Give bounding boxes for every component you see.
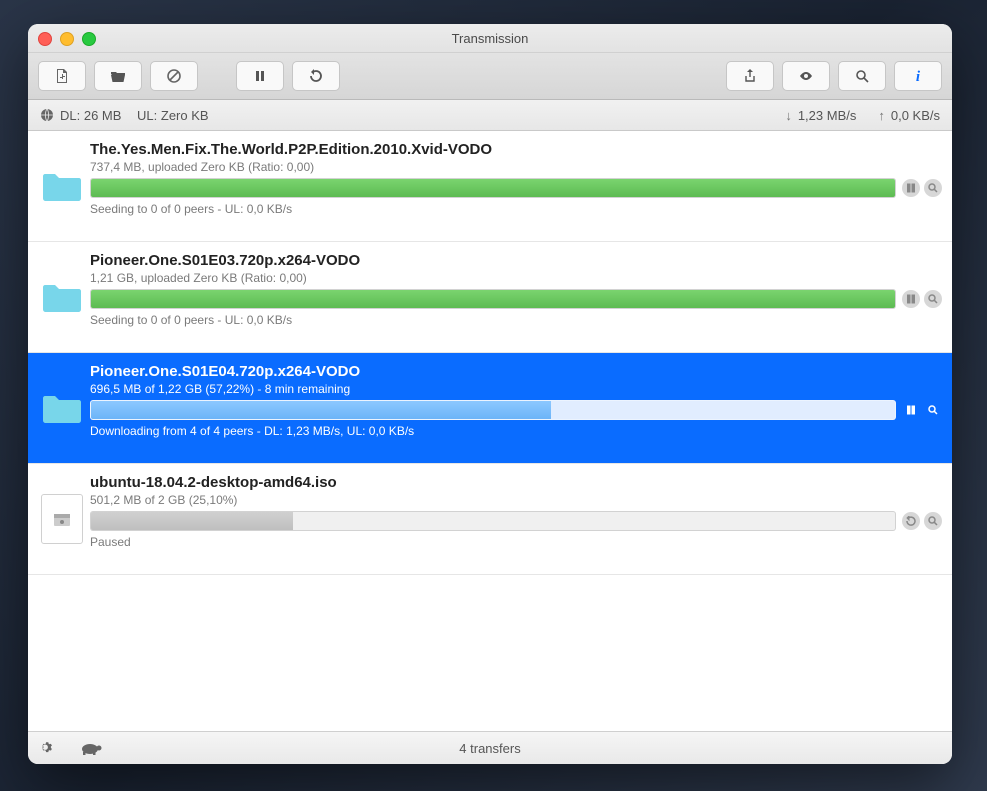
transfer-name: Pioneer.One.S01E03.720p.x264-VODO xyxy=(90,252,942,269)
svg-text:i: i xyxy=(916,69,921,84)
no-entry-icon xyxy=(166,68,182,84)
pause-icon xyxy=(252,68,268,84)
info-icon: i xyxy=(910,68,926,84)
toolbar: i xyxy=(28,53,952,100)
transfer-row[interactable]: ubuntu-18.04.2-desktop-amd64.iso 501,2 MB… xyxy=(28,464,952,575)
settings-gear-icon[interactable] xyxy=(40,740,56,756)
transfer-name: The.Yes.Men.Fix.The.World.P2P.Edition.20… xyxy=(90,141,942,158)
transfer-name: Pioneer.One.S01E04.720p.x264-VODO xyxy=(90,363,942,380)
folder-icon xyxy=(36,139,88,233)
pause-transfer-button[interactable] xyxy=(902,290,920,308)
pause-all-button[interactable] xyxy=(236,61,284,91)
transfer-list: The.Yes.Men.Fix.The.World.P2P.Edition.20… xyxy=(28,131,952,731)
window-title: Transmission xyxy=(452,31,529,46)
close-window-button[interactable] xyxy=(38,32,52,46)
app-window: Transmission i xyxy=(28,24,952,764)
folder-open-icon xyxy=(110,68,126,84)
transfer-status-line1: 1,21 GB, uploaded Zero KB (Ratio: 0,00) xyxy=(90,271,942,285)
transfer-status-line2: Seeding to 0 of 0 peers - UL: 0,0 KB/s xyxy=(90,202,942,216)
turtle-speed-icon[interactable] xyxy=(78,741,104,755)
filter-button[interactable] xyxy=(838,61,886,91)
resume-icon xyxy=(308,68,324,84)
reveal-transfer-button[interactable] xyxy=(924,290,942,308)
stats-ul-label: UL: Zero KB xyxy=(137,108,209,123)
stats-ul-rate: 0,0 KB/s xyxy=(891,108,940,123)
transfer-status-line1: 696,5 MB of 1,22 GB (57,22%) - 8 min rem… xyxy=(90,382,942,396)
pause-transfer-button[interactable] xyxy=(902,401,920,419)
zoom-window-button[interactable] xyxy=(82,32,96,46)
reveal-transfer-button[interactable] xyxy=(924,512,942,530)
share-icon xyxy=(742,68,758,84)
transfer-row[interactable]: The.Yes.Men.Fix.The.World.P2P.Edition.20… xyxy=(28,131,952,242)
remove-torrent-button[interactable] xyxy=(150,61,198,91)
create-torrent-button[interactable] xyxy=(38,61,86,91)
share-button[interactable] xyxy=(726,61,774,91)
transfer-name: ubuntu-18.04.2-desktop-amd64.iso xyxy=(90,474,942,491)
search-icon xyxy=(854,68,870,84)
minimize-window-button[interactable] xyxy=(60,32,74,46)
disk-image-icon xyxy=(36,472,88,566)
quicklook-button[interactable] xyxy=(782,61,830,91)
upload-arrow-icon: ↑ xyxy=(878,108,885,123)
progress-bar xyxy=(90,511,896,531)
folder-icon xyxy=(36,361,88,455)
reveal-transfer-button[interactable] xyxy=(924,401,942,419)
globe-icon xyxy=(40,108,54,122)
transfer-status-line2: Downloading from 4 of 4 peers - DL: 1,23… xyxy=(90,424,942,438)
progress-bar xyxy=(90,289,896,309)
stats-bar: DL: 26 MB UL: Zero KB ↓ 1,23 MB/s ↑ 0,0 … xyxy=(28,100,952,131)
stats-dl-label: DL: 26 MB xyxy=(60,108,121,123)
download-arrow-icon: ↓ xyxy=(785,108,792,123)
footer-bar: 4 transfers xyxy=(28,731,952,764)
resume-all-button[interactable] xyxy=(292,61,340,91)
transfer-status-line2: Paused xyxy=(90,535,942,549)
titlebar: Transmission xyxy=(28,24,952,53)
inspector-button[interactable]: i xyxy=(894,61,942,91)
transfer-row[interactable]: Pioneer.One.S01E03.720p.x264-VODO 1,21 GB… xyxy=(28,242,952,353)
resume-transfer-button[interactable] xyxy=(902,512,920,530)
transfer-row[interactable]: Pioneer.One.S01E04.720p.x264-VODO 696,5 M… xyxy=(28,353,952,464)
footer-count-label: 4 transfers xyxy=(28,741,952,756)
progress-bar xyxy=(90,178,896,198)
progress-bar xyxy=(90,400,896,420)
transfer-status-line2: Seeding to 0 of 0 peers - UL: 0,0 KB/s xyxy=(90,313,942,327)
window-controls xyxy=(38,32,96,46)
stats-dl-rate: 1,23 MB/s xyxy=(798,108,857,123)
transfer-status-line1: 501,2 MB of 2 GB (25,10%) xyxy=(90,493,942,507)
file-plus-icon xyxy=(54,68,70,84)
open-torrent-button[interactable] xyxy=(94,61,142,91)
transfer-status-line1: 737,4 MB, uploaded Zero KB (Ratio: 0,00) xyxy=(90,160,942,174)
folder-icon xyxy=(36,250,88,344)
reveal-transfer-button[interactable] xyxy=(924,179,942,197)
pause-transfer-button[interactable] xyxy=(902,179,920,197)
eye-icon xyxy=(798,68,814,84)
